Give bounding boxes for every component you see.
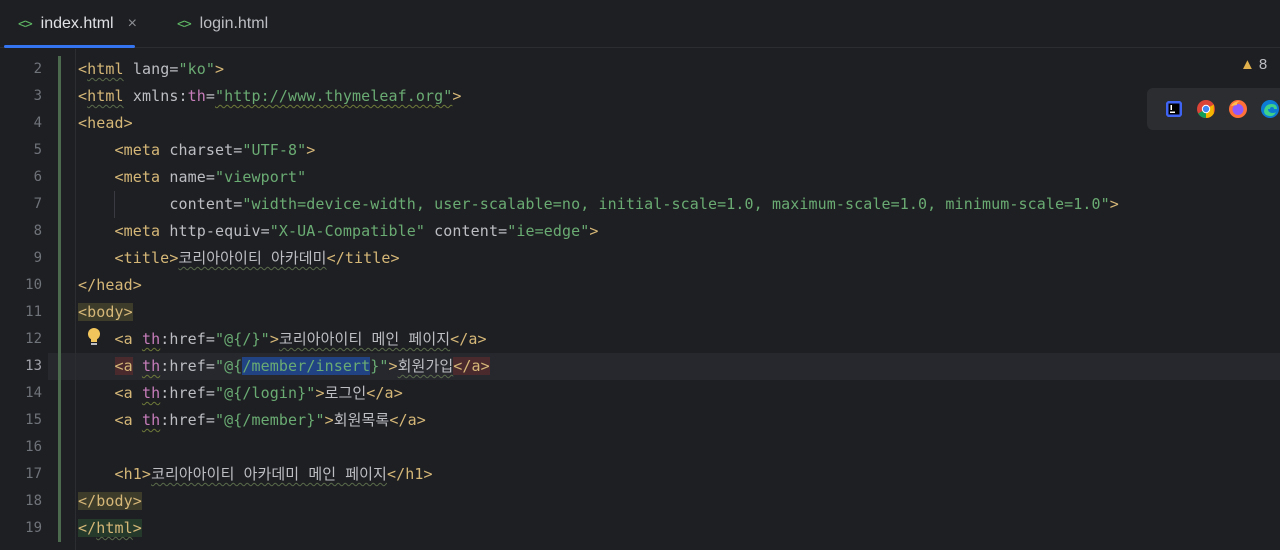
code-line: <meta charset="UTF-8"> [114, 141, 316, 159]
code-line: </head> [78, 276, 142, 294]
line-number: 4 [33, 115, 42, 131]
line-number: 7 [33, 196, 42, 212]
chrome-icon[interactable] [1196, 99, 1216, 119]
code-line: <a th:href="@{/login}">로그인</a> [114, 384, 403, 402]
html-file-icon: <> [177, 16, 192, 32]
tab-index-html[interactable]: <> index.html × [4, 0, 137, 48]
tab-login-html[interactable]: <> login.html [163, 0, 268, 48]
code-line: <meta http-equiv="X-UA-Compatible" conte… [114, 222, 599, 240]
line-number: 15 [25, 412, 42, 428]
line-number: 5 [33, 142, 42, 158]
line-number: 9 [33, 250, 42, 266]
gutter-separator [75, 49, 76, 550]
code-line: <body> [78, 303, 133, 321]
code-line: <h1>코리아아이티 아카데미 메인 페이지</h1> [114, 465, 433, 483]
line-number: 16 [25, 439, 42, 455]
html-file-icon: <> [18, 16, 33, 32]
code-line: </html> [78, 519, 142, 537]
editor-tab-bar: <> index.html × <> login.html [0, 0, 1280, 48]
code-line: <meta name="viewport" [114, 168, 307, 186]
line-number: 2 [33, 61, 42, 77]
code-line: <html xmlns:th="http://www.thymeleaf.org… [78, 87, 462, 105]
code-line: <a th:href="@{/member}">회원목록</a> [114, 411, 426, 429]
code-line: <head> [78, 114, 133, 132]
line-number: 14 [25, 385, 42, 401]
line-number: 6 [33, 169, 42, 185]
line-number-current: 13 [25, 358, 42, 374]
code-line: <a th:href="@{/}">코리아아이티 메인 페이지</a> [114, 330, 487, 348]
line-number: 3 [33, 88, 42, 104]
tab-label: index.html [40, 15, 114, 32]
code-line: <html lang="ko"> [78, 60, 225, 78]
line-number: 12 [25, 331, 42, 347]
close-icon[interactable]: × [128, 15, 137, 33]
code-line-current: <a th:href="@{/member/insert}">회원가입</a> [114, 357, 490, 375]
intellij-icon[interactable] [1164, 99, 1184, 119]
code-editor[interactable]: 2 3 4 5 6 7 8 9 10 11 12 13 14 15 16 17 … [0, 49, 1280, 550]
line-number: 11 [25, 304, 42, 320]
code-line: content="width=device-width, user-scalab… [169, 195, 1119, 213]
line-number: 18 [25, 493, 42, 509]
tab-label: login.html [199, 15, 269, 32]
code-line: <title>코리아아이티 아카데미</title> [114, 249, 400, 267]
line-number: 19 [25, 520, 42, 536]
line-number: 17 [25, 466, 42, 482]
warning-icon: ▲ [1240, 56, 1255, 73]
line-number: 8 [33, 223, 42, 239]
warning-count: 8 [1258, 56, 1268, 73]
code-line: </body> [78, 492, 142, 510]
lightbulb-icon[interactable] [85, 326, 103, 348]
line-number: 10 [25, 277, 42, 293]
firefox-icon[interactable] [1228, 99, 1248, 119]
vcs-change-marker [58, 56, 61, 542]
inspection-warnings[interactable]: ▲ 8 [1240, 56, 1267, 73]
browser-preview-bar [1147, 88, 1280, 130]
edge-icon[interactable] [1260, 99, 1280, 119]
